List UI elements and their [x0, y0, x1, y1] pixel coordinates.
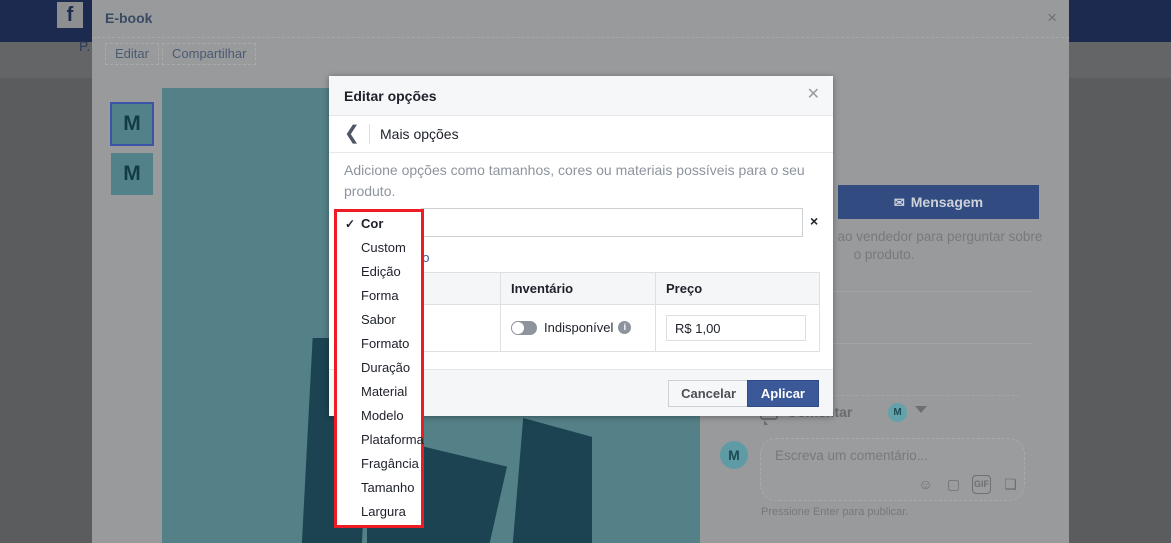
table-row: Indisponível i	[414, 304, 820, 352]
dialog-title: Editar opções	[344, 88, 437, 104]
sticker-icon[interactable]: ❑	[1001, 475, 1020, 494]
dropdown-item-edição[interactable]: Edição	[337, 260, 421, 284]
page-title: E-book	[105, 10, 153, 26]
thumbnail-1[interactable]: M	[110, 102, 154, 146]
messenger-icon: ✉	[893, 194, 905, 210]
dropdown-item-cor[interactable]: Cor	[337, 212, 421, 236]
dropdown-item-material[interactable]: Material	[337, 380, 421, 404]
dropdown-item-formato[interactable]: Formato	[337, 332, 421, 356]
thumbnail-2[interactable]: M	[111, 153, 153, 195]
column-header-inventory: Inventário	[500, 272, 656, 305]
dropdown-item-duração[interactable]: Duração	[337, 356, 421, 380]
background-partial-text: P.	[79, 38, 91, 54]
comment-compose-hint: Pressione Enter para publicar.	[761, 506, 909, 518]
dropdown-item-largura[interactable]: Largura	[337, 500, 421, 524]
dropdown-item-forma[interactable]: Forma	[337, 284, 421, 308]
cell-price	[655, 304, 820, 352]
avatar[interactable]: M	[888, 403, 907, 422]
apply-button[interactable]: Aplicar	[746, 380, 819, 407]
availability-toggle[interactable]	[511, 320, 537, 335]
nav-label: Mais opções	[380, 126, 459, 142]
close-icon[interactable]: ×	[1047, 9, 1057, 27]
dropdown-item-modelo[interactable]: Modelo	[337, 404, 421, 428]
dropdown-item-fragância[interactable]: Fragância	[337, 452, 421, 476]
variants-table: Inventário Preço Indisponível i	[414, 272, 820, 352]
comment-input-placeholder: Escreva um comentário...	[775, 448, 929, 463]
chevron-left-icon[interactable]: ❮	[344, 123, 360, 145]
dropdown-item-plataforma[interactable]: Plataforma	[337, 428, 424, 452]
price-input[interactable]	[666, 315, 806, 341]
avatar: M	[720, 441, 748, 469]
cell-variant-name	[414, 304, 501, 352]
dropdown-item-custom[interactable]: Custom	[337, 236, 421, 260]
message-seller-label: Mensagem	[910, 193, 984, 210]
cell-inventory: Indisponível i	[500, 304, 656, 352]
close-icon[interactable]: ✕	[807, 86, 820, 104]
gif-icon[interactable]: GIF	[972, 475, 991, 494]
product-modal-toolbar: Editar Compartilhar	[92, 38, 1069, 74]
dropdown-item-tamanho[interactable]: Tamanho	[337, 476, 421, 500]
dropdown-item-sabor[interactable]: Sabor	[337, 308, 421, 332]
product-modal-header: E-book ×	[92, 0, 1069, 38]
comment-input[interactable]: Escreva um comentário... ☺ ▢ GIF ❑	[760, 438, 1025, 501]
remove-option-icon[interactable]: ×	[810, 213, 818, 229]
message-seller-button[interactable]: ✉ Mensagem	[838, 185, 1039, 219]
caret-down-icon[interactable]	[915, 406, 927, 413]
column-header-name	[414, 272, 501, 305]
edit-options-header: Editar opções ✕	[329, 76, 833, 116]
nav-divider	[369, 124, 370, 144]
edit-button[interactable]: Editar	[105, 43, 159, 65]
column-header-price: Preço	[655, 272, 820, 305]
hero-shape-3	[512, 418, 592, 543]
share-button[interactable]: Compartilhar	[162, 43, 257, 65]
option-type-dropdown[interactable]: CorCustomEdiçãoFormaSaborFormatoDuraçãoM…	[334, 209, 424, 528]
option-type-select[interactable]	[421, 208, 803, 237]
availability-label: Indisponível	[544, 320, 614, 336]
emoji-icon[interactable]: ☺	[916, 475, 935, 494]
info-icon[interactable]: i	[618, 321, 632, 335]
comment-compose-area: M Escreva um comentário... ☺ ▢ GIF ❑ Pre…	[720, 438, 1050, 528]
camera-icon[interactable]: ▢	[944, 475, 963, 494]
table-header-row: Inventário Preço	[414, 272, 820, 305]
dialog-description: Adicione opções como tamanhos, cores ou …	[344, 162, 805, 199]
cancel-button[interactable]: Cancelar	[668, 380, 749, 407]
edit-options-nav: ❮ Mais opções	[329, 116, 833, 153]
site-logo: f	[57, 2, 83, 28]
